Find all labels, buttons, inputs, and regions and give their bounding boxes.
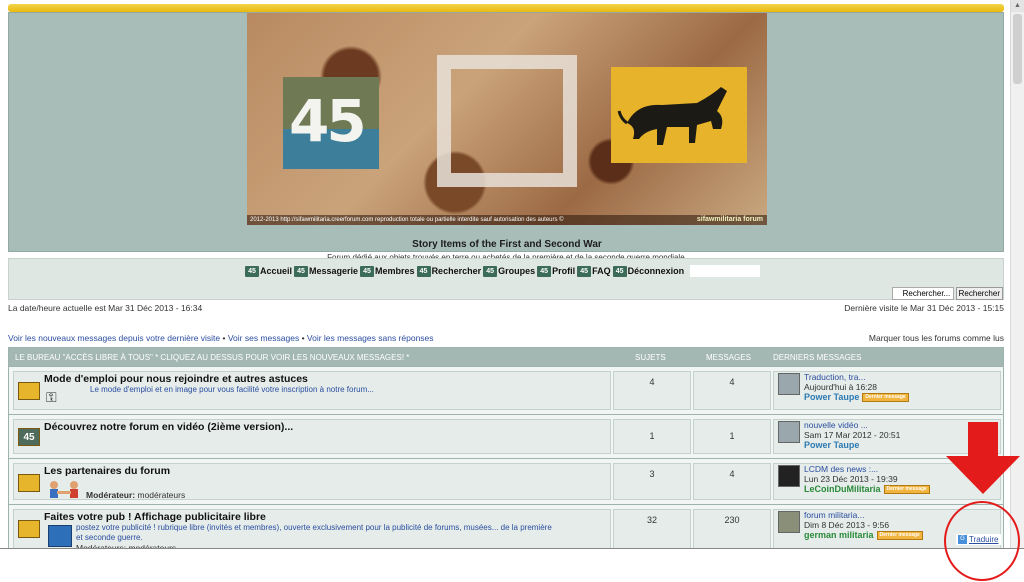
forum-row: Faites votre pub ! Affichage publicitair… <box>9 504 1003 554</box>
translate-link[interactable]: Traduire <box>969 535 999 544</box>
search-form: Rechercher <box>891 287 1003 300</box>
user-avatar[interactable] <box>778 511 800 533</box>
forum-description: Le mode d'emploi et en image pour vous f… <box>90 385 374 394</box>
user-avatar[interactable] <box>778 465 800 487</box>
forum-logo-icon: 45 <box>612 265 627 277</box>
banner-45-emblem: 45 <box>283 77 379 169</box>
scroll-up-icon[interactable]: ▲ <box>1011 0 1024 12</box>
red-arrow-down-icon <box>946 422 1020 494</box>
nav-groupes[interactable]: 45 Groupes <box>483 265 535 277</box>
moderator-info: Modérateur: modérateurs <box>86 490 186 500</box>
last-visit: Dernière visite le Mar 31 Déc 2013 - 15:… <box>844 303 1004 313</box>
nav-profil[interactable]: 45 Profil <box>537 265 575 277</box>
mark-read-link[interactable]: Marquer tous les forums comme lus <box>869 333 1004 343</box>
messages-count: 4 <box>729 377 735 387</box>
forum-page: 45 2012-2013 http://sifawmilitaria.creer… <box>8 0 1004 300</box>
partners-handshake-icon <box>46 479 82 499</box>
user-avatar[interactable] <box>778 373 800 395</box>
forum-row: Mode d'emploi pour nous rejoindre et aut… <box>9 366 1003 414</box>
date-info-row: La date/heure actuelle est Mar 31 Déc 20… <box>8 303 1004 313</box>
forum-logo-icon: 45 <box>577 265 592 277</box>
last-message-badge[interactable]: Dernier message <box>883 484 930 494</box>
forum-logo-icon: 45 <box>483 265 498 277</box>
last-post-date: Aujourd'hui à 16:28 <box>804 382 877 392</box>
forum-title[interactable]: Découvrez notre forum en vidéo (2ième ve… <box>44 421 293 433</box>
bottom-blank-area <box>0 548 1024 582</box>
nav-rechercher[interactable]: 45 Rechercher <box>416 265 481 277</box>
banner-bull-emblem <box>611 67 747 163</box>
nav-faq[interactable]: 45 FAQ <box>577 265 611 277</box>
forum-logo-icon: 45 <box>294 265 309 277</box>
nav-messagerie[interactable]: 45 Messagerie <box>294 265 358 277</box>
forum-logo-icon: 45 <box>245 265 259 277</box>
nav-membres[interactable]: 45 Membres <box>360 265 415 277</box>
forum-logo-icon: 45 <box>416 265 431 277</box>
nav-accueil[interactable]: 45 Accueil <box>245 265 292 277</box>
unanswered-link[interactable]: Voir les messages sans réponses <box>307 333 434 343</box>
forum-bull-icon <box>18 474 40 492</box>
forum-logo-icon: 45 <box>360 265 375 277</box>
last-post-author[interactable]: Power Taupe Dernier message <box>804 392 909 402</box>
nav-deconnexion[interactable]: 45 Déconnexion <box>612 265 684 277</box>
forum-bull-icon <box>18 520 40 538</box>
new-messages-link[interactable]: Voir les nouveaux messages depuis votre … <box>8 333 220 343</box>
forum-row: 45 Découvrez notre forum en vidéo (2ième… <box>9 414 1003 458</box>
forum-logo-icon: 45 <box>537 265 552 277</box>
scrollbar-thumb[interactable] <box>1013 14 1022 84</box>
banner-white-frame <box>437 55 577 187</box>
last-post-title[interactable]: nouvelle vidéo ... <box>804 420 868 430</box>
messages-count: 230 <box>724 515 740 525</box>
key-icon: ⚿ <box>46 389 57 405</box>
own-messages-link[interactable]: Voir ses messages <box>228 333 299 343</box>
forum-bull-icon <box>18 382 40 400</box>
current-datetime: La date/heure actuelle est Mar 31 Déc 20… <box>8 303 203 313</box>
user-avatar[interactable] <box>778 421 800 443</box>
forum-title[interactable]: Faites votre pub ! Affichage publicitair… <box>44 511 266 523</box>
col-messages: MESSAGES <box>706 353 751 362</box>
last-post-title[interactable]: Traduction, tra... <box>804 372 866 382</box>
col-sujets: SUJETS <box>635 353 666 362</box>
forum-description: postez votre publicité ! rubrique libre … <box>76 523 552 532</box>
last-post-date: Sam 17 Mar 2012 - 20:51 <box>804 430 901 440</box>
search-button[interactable]: Rechercher <box>955 287 1003 300</box>
forum-title[interactable]: Mode d'emploi pour nous rejoindre et aut… <box>44 373 308 385</box>
category-title[interactable]: LE BUREAU "ACCÈS LIBRE À TOUS" * CLIQUEZ… <box>15 353 409 362</box>
last-post-title[interactable]: LCDM des news :... <box>804 464 878 474</box>
forum-table: LE BUREAU "ACCÈS LIBRE À TOUS" * CLIQUEZ… <box>8 347 1004 555</box>
banner-caption: 2012-2013 http://sifawmilitaria.creerfor… <box>247 215 767 225</box>
last-message-badge[interactable]: Dernier message <box>862 392 909 402</box>
forum-row: Les partenaires du forum Modérateur: mod… <box>9 458 1003 504</box>
navigation-bar: 45 Accueil 45 Messagerie 45 Membres 45 Reche… <box>8 258 1004 300</box>
messages-count: 1 <box>729 431 735 441</box>
quick-links-row: Voir les nouveaux messages depuis votre … <box>8 333 1004 343</box>
forum-description-cont: et seconde guerre. <box>76 533 143 542</box>
table-header: LE BUREAU "ACCÈS LIBRE À TOUS" * CLIQUEZ… <box>9 348 1003 366</box>
forum-header: 45 2012-2013 http://sifawmilitaria.creer… <box>8 12 1004 262</box>
header-banner[interactable]: 45 2012-2013 http://sifawmilitaria.creer… <box>247 13 767 225</box>
last-post-date: Lun 23 Déc 2013 - 19:39 <box>804 474 898 484</box>
last-post-author[interactable]: Power Taupe <box>804 440 859 450</box>
last-post-author[interactable]: german militaria Dernier message <box>804 530 923 540</box>
forum-45-icon: 45 <box>18 428 40 446</box>
search-input[interactable] <box>891 287 954 300</box>
site-title: Story Items of the First and Second War <box>412 239 602 250</box>
translate-widget[interactable]: G Traduire <box>956 534 1001 545</box>
last-post-author[interactable]: LeCoinDuMilitaria Dernier message <box>804 484 930 494</box>
col-last-messages: DERNIERS MESSAGES <box>773 353 862 362</box>
topics-count: 4 <box>649 377 655 387</box>
forum-title[interactable]: Les partenaires du forum <box>44 465 170 477</box>
topics-count: 3 <box>649 469 655 479</box>
last-post-date: Dim 8 Déc 2013 - 9:56 <box>804 520 890 530</box>
topics-count: 1 <box>649 431 655 441</box>
last-message-badge[interactable]: Dernier message <box>876 530 923 540</box>
messages-count: 4 <box>729 469 735 479</box>
bull-icon <box>617 87 727 145</box>
google-translate-icon: G <box>958 535 967 544</box>
last-post-title[interactable]: forum militaria... <box>804 510 864 520</box>
topics-count: 32 <box>646 515 657 525</box>
advertising-icon <box>48 525 72 547</box>
nav-blank-box <box>690 265 761 277</box>
top-gold-bar <box>8 4 1004 12</box>
